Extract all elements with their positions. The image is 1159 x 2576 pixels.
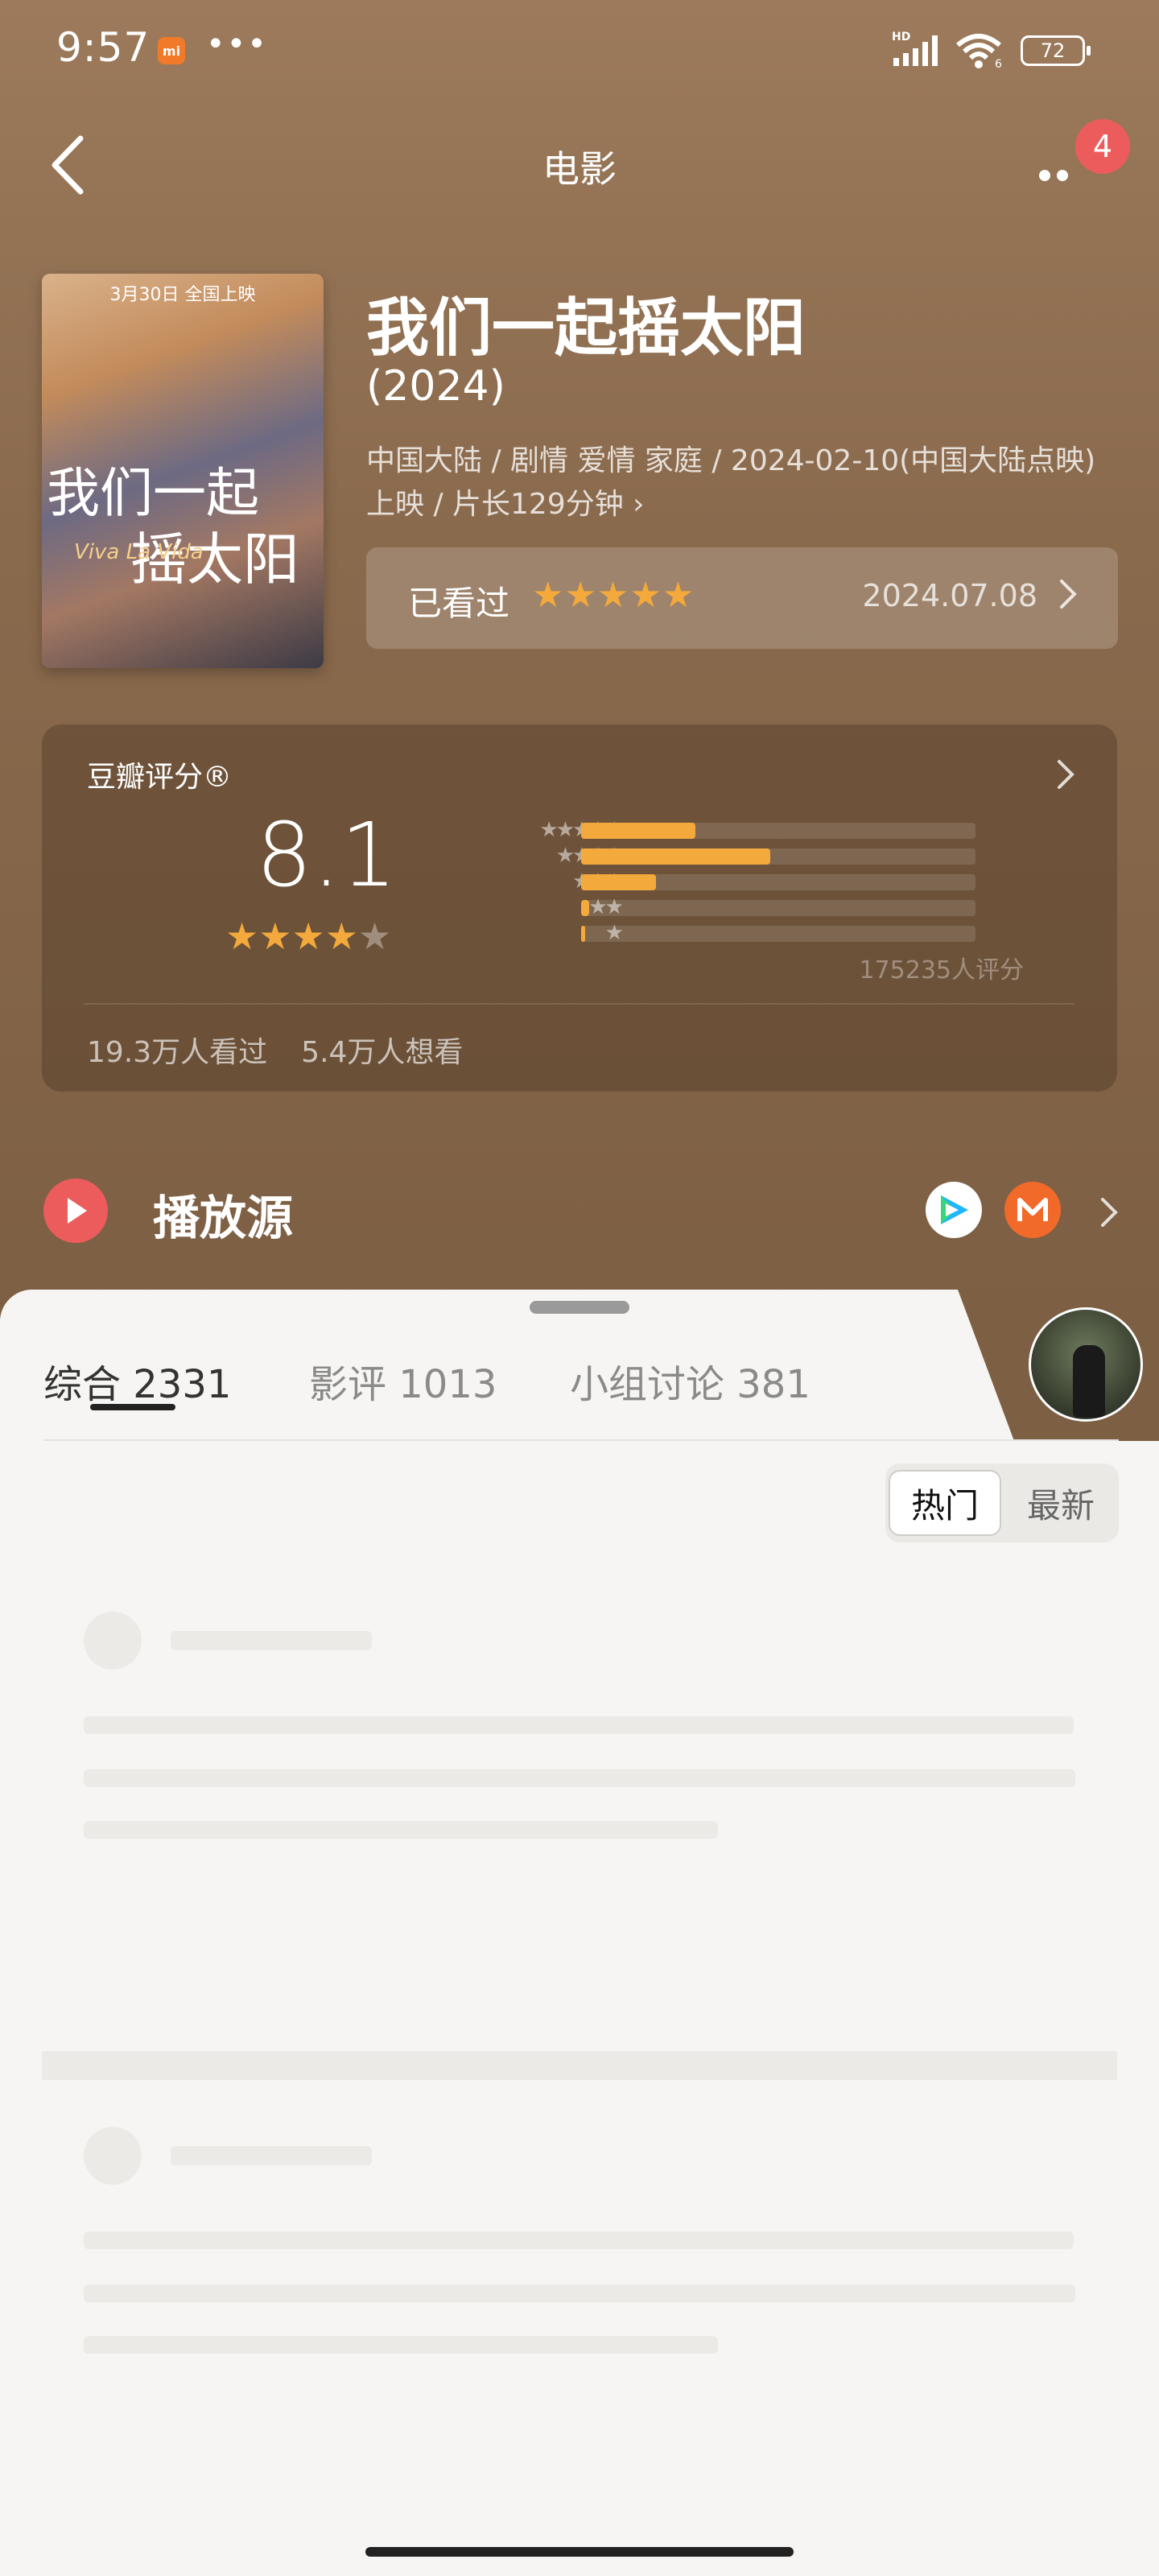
skeleton-line: [84, 1769, 1075, 1787]
divider: [43, 1439, 1119, 1441]
network-type-label: HD: [892, 31, 910, 43]
signal-icon: HD: [892, 31, 943, 71]
home-indicator[interactable]: [365, 2547, 794, 2557]
skeleton-line: [171, 1631, 372, 1650]
tab-overall[interactable]: 综合 2331: [43, 1352, 231, 1409]
tab-reviews[interactable]: 影评 1013: [309, 1352, 497, 1409]
more-notifications-icon: •••: [206, 26, 268, 63]
watched-label: 已看过: [408, 584, 510, 623]
movie-title: 我们一起摇太阳: [366, 292, 806, 365]
page-title: 电影: [542, 147, 617, 191]
sort-toggle: 热门 最新: [885, 1463, 1119, 1542]
wifi-icon: 6: [955, 32, 1006, 72]
reviews-sheet: 综合 2331 影评 1013 小组讨论 381 热门 最新: [0, 1290, 1159, 2576]
skeleton-avatar: [84, 1612, 142, 1670]
play-icon: [43, 1179, 108, 1243]
watched-status-button[interactable]: 已看过 ★★★★★ 2024.07.08: [366, 547, 1118, 649]
dist-bar-5: [581, 823, 696, 839]
chevron-right-icon: [1058, 576, 1078, 615]
movie-poster[interactable]: 3月30日 全国上映 我们一起 摇太阳 Viva La Vida: [42, 274, 324, 668]
dist-row-4: ★★★★: [428, 842, 1024, 868]
rating-stars: ★★★★★: [225, 914, 391, 958]
rating-heading: 豆瓣评分®: [87, 761, 233, 794]
douban-rating-card[interactable]: 豆瓣评分® 8.1 ★★★★★ ★★★★★ ★★★★ ★★★ ★★: [42, 724, 1117, 1092]
avatar[interactable]: [1029, 1307, 1143, 1422]
rating-stars-empty: ★: [357, 914, 392, 958]
dist-row-3: ★★★: [428, 868, 1024, 894]
skeleton-line: [84, 1821, 718, 1839]
rating-count: 175235人评分: [859, 956, 1024, 985]
tencent-video-icon[interactable]: [926, 1182, 982, 1238]
dist-bar-4: [581, 848, 771, 865]
dist-row-1: ★: [428, 919, 1024, 945]
top-nav: 电影 4: [0, 113, 1159, 217]
battery-icon: 72: [1021, 35, 1091, 66]
mango-tv-icon[interactable]: [1004, 1182, 1061, 1238]
dist-bar-2: [581, 900, 589, 916]
tab-indicator: [90, 1404, 175, 1410]
chevron-right-icon: [1099, 1195, 1119, 1233]
poster-release-text: 3月30日 全国上映: [109, 285, 256, 305]
skeleton-line: [84, 2285, 1075, 2302]
poster-title-line1: 我们一起: [47, 462, 259, 524]
skeleton-avatar: [84, 2127, 142, 2185]
sheet-drag-handle[interactable]: [530, 1301, 629, 1314]
dist-row-2: ★★: [428, 894, 1024, 919]
play-source-row[interactable]: 播放源: [0, 1159, 1159, 1264]
rating-footer: 19.3万人看过 5.4万人想看: [87, 1029, 497, 1071]
poster-subtitle: Viva La Vida: [74, 540, 204, 564]
chevron-right-icon: [1056, 757, 1075, 795]
divider: [84, 1003, 1075, 1005]
status-time: 9:57: [56, 24, 151, 71]
tab-group-discussion[interactable]: 小组讨论 381: [570, 1352, 810, 1409]
movie-detail-screen: 9:57 mi ••• HD 6 72 电影 4 3月30日 全国上映 我们一起…: [0, 0, 1159, 2576]
rating-score: 8.1: [256, 803, 397, 906]
want-count: 5.4万人想看: [301, 1036, 464, 1069]
my-rating-stars: ★★★★★: [532, 575, 695, 616]
dist-row-5: ★★★★★: [428, 816, 1024, 842]
dist-bar-3: [581, 874, 657, 890]
sort-hot-button[interactable]: 热门: [889, 1470, 1001, 1536]
status-bar: 9:57 mi ••• HD 6 72: [0, 0, 1159, 105]
play-source-label: 播放源: [153, 1191, 294, 1245]
wifi-sub-label: 6: [995, 58, 1002, 69]
dist-bar-1: [581, 926, 585, 942]
mi-app-icon: mi: [158, 37, 185, 64]
notification-badge: 4: [1075, 119, 1130, 174]
skeleton-line: [84, 1716, 1074, 1734]
skeleton-line: [171, 2146, 372, 2165]
skeleton-line: [84, 2231, 1074, 2249]
watched-count: 19.3万人看过: [87, 1036, 268, 1069]
movie-year: (2024): [366, 362, 505, 411]
watched-date: 2024.07.08: [862, 578, 1037, 613]
rating-stars-filled: ★★★★: [225, 914, 358, 958]
sort-new-button[interactable]: 最新: [1004, 1470, 1117, 1536]
skeleton-line: [84, 2336, 718, 2354]
rating-distribution: ★★★★★ ★★★★ ★★★ ★★ ★: [428, 816, 1024, 945]
skeleton-divider: [42, 2051, 1117, 2080]
movie-meta[interactable]: 中国大陆 / 剧情 爱情 家庭 / 2024-02-10(中国大陆点映)上映 /…: [366, 440, 1115, 526]
